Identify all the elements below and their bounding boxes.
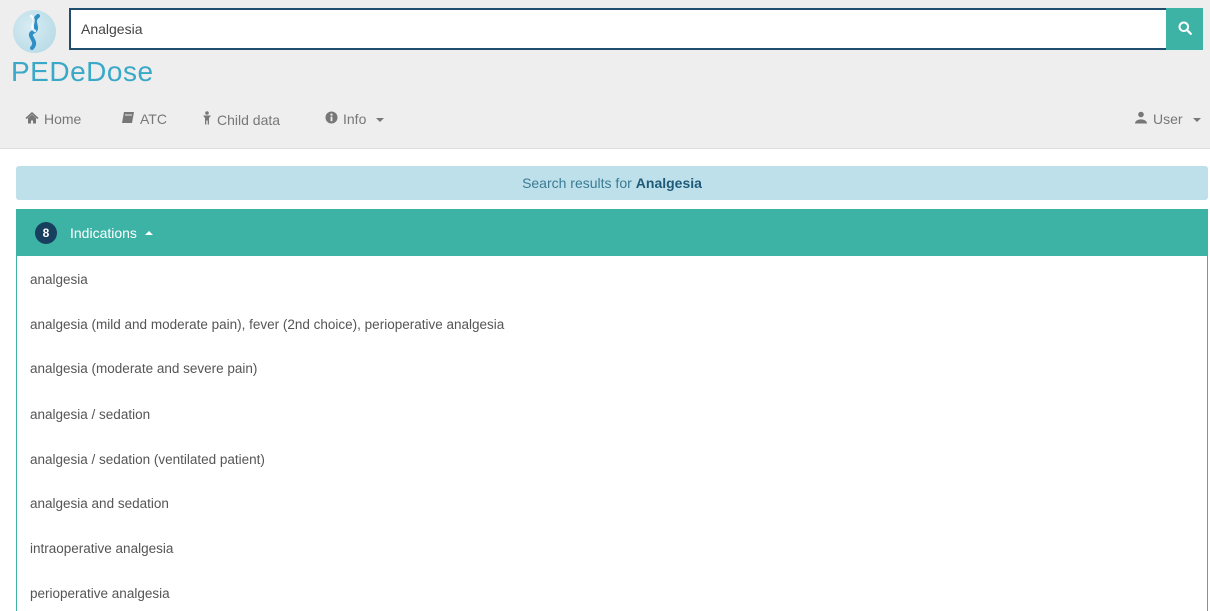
chevron-up-icon (144, 231, 153, 235)
nav-atc-label: ATC (140, 111, 167, 127)
nav-child-data-label: Child data (217, 111, 281, 128)
list-item[interactable]: intraoperative analgesia (30, 541, 173, 556)
chevron-down-icon (376, 118, 385, 122)
results-prefix: Search results for (522, 175, 632, 191)
home-icon (25, 111, 39, 127)
nav-info-label: Info (343, 111, 367, 127)
indications-panel: 8 Indications analgesia analgesia (mild … (16, 209, 1208, 611)
chevron-down-icon (1192, 118, 1201, 122)
search-input[interactable] (69, 8, 1166, 50)
header: PEDeDose Home ATC (0, 0, 1210, 149)
indications-panel-header[interactable]: 8 Indications (17, 210, 1207, 256)
list-item[interactable]: analgesia / sedation (30, 407, 150, 422)
nav-user-label: User (1153, 111, 1183, 127)
results-query: Analgesia (635, 175, 702, 191)
info-circle-icon (325, 111, 338, 127)
nav-home-label: Home (44, 111, 82, 127)
search-bar (69, 8, 1203, 50)
list-item[interactable]: perioperative analgesia (30, 586, 170, 601)
list-item[interactable]: analgesia (30, 272, 88, 287)
panel-title: Indications (70, 225, 137, 241)
list-item[interactable]: analgesia (mild and moderate pain), feve… (30, 317, 504, 332)
search-button[interactable] (1166, 8, 1203, 50)
brand-name[interactable]: PEDeDose (11, 56, 154, 88)
pededose-logo-icon[interactable] (13, 10, 56, 53)
list-item[interactable]: analgesia and sedation (30, 496, 169, 511)
search-icon (1178, 21, 1192, 38)
nav-home[interactable]: Home (25, 111, 81, 127)
nav-info[interactable]: Info (325, 111, 385, 127)
search-results-banner: Search results for Analgesia (16, 166, 1208, 200)
nav-user[interactable]: User (1134, 111, 1201, 127)
user-icon (1134, 111, 1148, 127)
nav-child-data[interactable]: Child data (202, 111, 280, 128)
count-badge: 8 (35, 222, 57, 244)
nav-atc[interactable]: ATC (121, 111, 167, 127)
child-icon (202, 111, 212, 128)
main-nav: Home ATC Child data Info User (0, 104, 1210, 138)
list-item[interactable]: analgesia / sedation (ventilated patient… (30, 452, 265, 467)
book-icon (121, 111, 135, 127)
list-item[interactable]: analgesia (moderate and severe pain) (30, 361, 257, 376)
